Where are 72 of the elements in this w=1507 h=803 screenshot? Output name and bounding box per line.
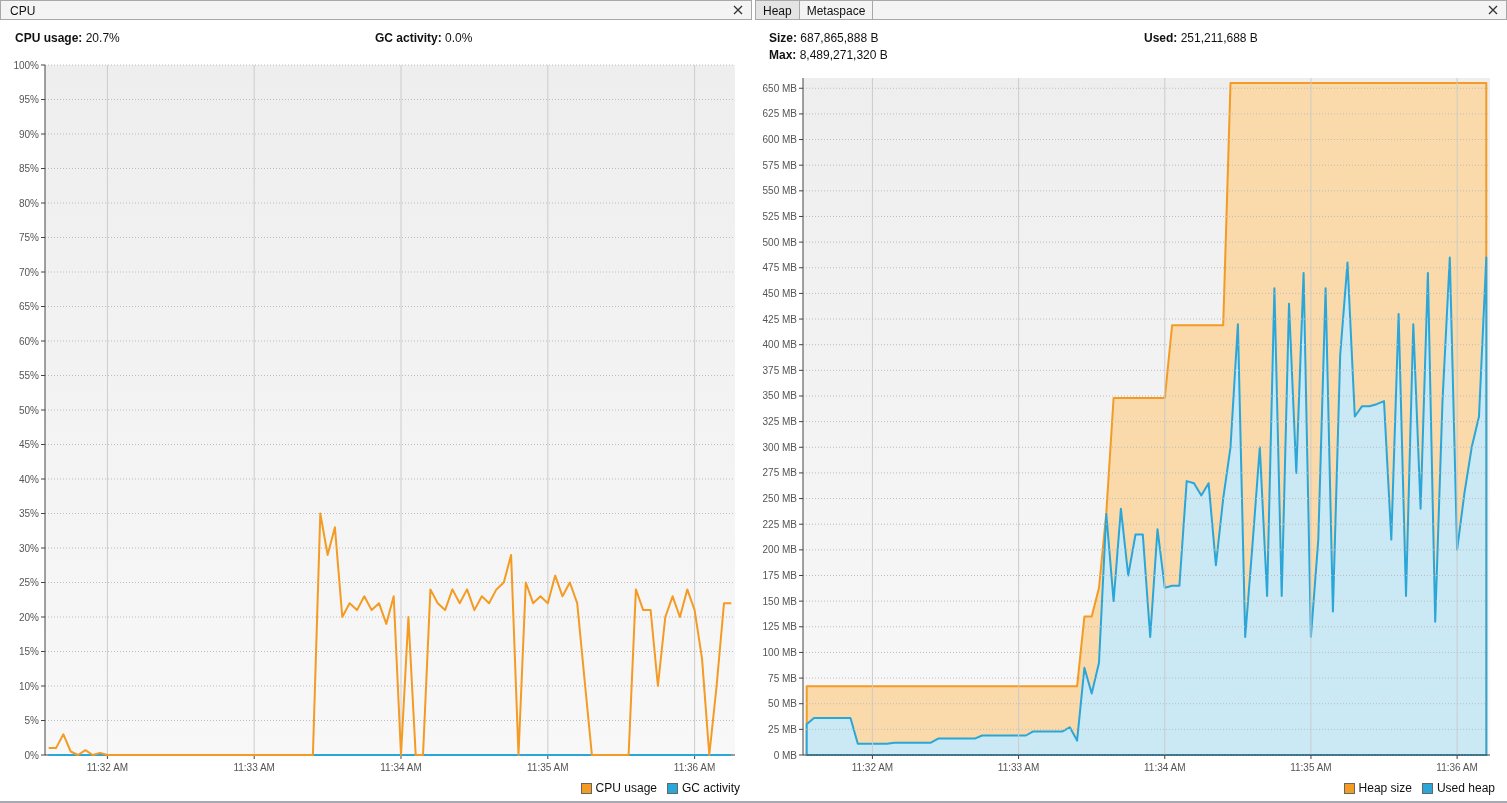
y-tick-label: 75 MB xyxy=(768,672,797,684)
y-tick-label: 400 MB xyxy=(762,339,797,351)
stat-text: Max: 8,489,271,320 B xyxy=(769,48,889,62)
y-tick-label: 625 MB xyxy=(762,108,797,120)
x-tick-label: 11:35 AM xyxy=(1290,762,1332,773)
y-tick-label: 175 MB xyxy=(762,570,797,581)
y-tick-label: 150 MB xyxy=(762,595,797,607)
x-tick-label: 11:36 AM xyxy=(673,762,716,773)
y-tick-label: 65% xyxy=(19,301,39,312)
y-tick-label: 10% xyxy=(19,680,39,692)
y-tick-label: 200 MB xyxy=(762,544,797,556)
y-tick-label: 450 MB xyxy=(762,287,797,299)
y-tick-label: 15% xyxy=(19,646,39,657)
y-tick-label: 575 MB xyxy=(762,159,797,171)
y-tick-label: 45% xyxy=(19,439,39,450)
y-tick-label: 40% xyxy=(19,473,39,485)
y-tick-label: 650 MB xyxy=(762,82,797,94)
panel-title: CPU xyxy=(9,3,37,19)
y-tick-label: 375 MB xyxy=(762,364,797,376)
y-tick-label: 70% xyxy=(19,266,39,278)
y-tick-label: 85% xyxy=(19,163,39,174)
y-tick-label: 250 MB xyxy=(762,493,797,505)
y-tick-label: 55% xyxy=(19,370,39,381)
y-tick-label: 25 MB xyxy=(768,723,797,735)
close-icon[interactable] xyxy=(733,5,743,15)
y-tick-label: 25% xyxy=(19,577,39,588)
x-tick-label: 11:34 AM xyxy=(1144,762,1186,773)
y-tick-label: 95% xyxy=(19,94,39,105)
y-tick-label: 60% xyxy=(19,335,39,347)
y-tick-label: 35% xyxy=(19,508,39,519)
x-tick-label: 11:34 AM xyxy=(380,762,422,773)
y-tick-label: 300 MB xyxy=(762,441,797,453)
legend-label: Heap size xyxy=(1358,781,1412,795)
y-tick-label: 225 MB xyxy=(762,518,797,530)
stat-text: CPU usage: 20.7% xyxy=(15,31,121,45)
y-tick-label: 125 MB xyxy=(762,621,797,633)
y-tick-label: 75% xyxy=(19,232,39,243)
x-tick-label: 11:33 AM xyxy=(997,762,1040,773)
y-tick-label: 100 MB xyxy=(762,646,797,658)
x-tick-label: 11:35 AM xyxy=(527,762,569,773)
legend-label: CPU usage xyxy=(595,781,657,795)
y-tick-label: 350 MB xyxy=(762,390,797,402)
y-tick-label: 0 MB xyxy=(773,749,797,761)
tab[interactable]: Heap xyxy=(756,1,800,19)
tab[interactable]: Metaspace xyxy=(799,1,874,19)
y-tick-label: 550 MB xyxy=(762,185,797,197)
x-tick-label: 11:32 AM xyxy=(86,762,129,773)
x-tick-label: 11:36 AM xyxy=(1436,762,1478,773)
y-tick-label: 100% xyxy=(13,59,39,71)
y-tick-label: 20% xyxy=(19,611,39,623)
y-tick-label: 425 MB xyxy=(762,313,797,325)
y-tick-label: 325 MB xyxy=(762,416,797,428)
y-tick-label: 30% xyxy=(19,542,39,554)
y-tick-label: 525 MB xyxy=(762,211,797,222)
stat-text: Used: 251,211,688 B xyxy=(1144,31,1259,45)
y-tick-label: 0% xyxy=(24,749,39,761)
y-tick-label: 475 MB xyxy=(762,262,797,274)
y-tick-label: 50 MB xyxy=(768,698,797,710)
legend-label: GC activity xyxy=(682,781,740,795)
y-tick-label: 600 MB xyxy=(762,134,797,146)
y-tick-label: 5% xyxy=(24,715,39,726)
y-tick-label: 90% xyxy=(19,128,39,140)
stat-text: Size: 687,865,888 B xyxy=(769,31,880,45)
close-icon[interactable] xyxy=(1488,5,1498,15)
x-tick-label: 11:33 AM xyxy=(233,762,275,773)
y-tick-label: 500 MB xyxy=(762,236,797,248)
y-tick-label: 275 MB xyxy=(762,467,797,479)
stat-text: GC activity: 0.0% xyxy=(375,31,474,45)
legend-label: Used heap xyxy=(1436,781,1495,795)
x-tick-label: 11:32 AM xyxy=(851,762,894,773)
y-tick-label: 50% xyxy=(19,404,39,416)
y-tick-label: 80% xyxy=(19,197,39,209)
